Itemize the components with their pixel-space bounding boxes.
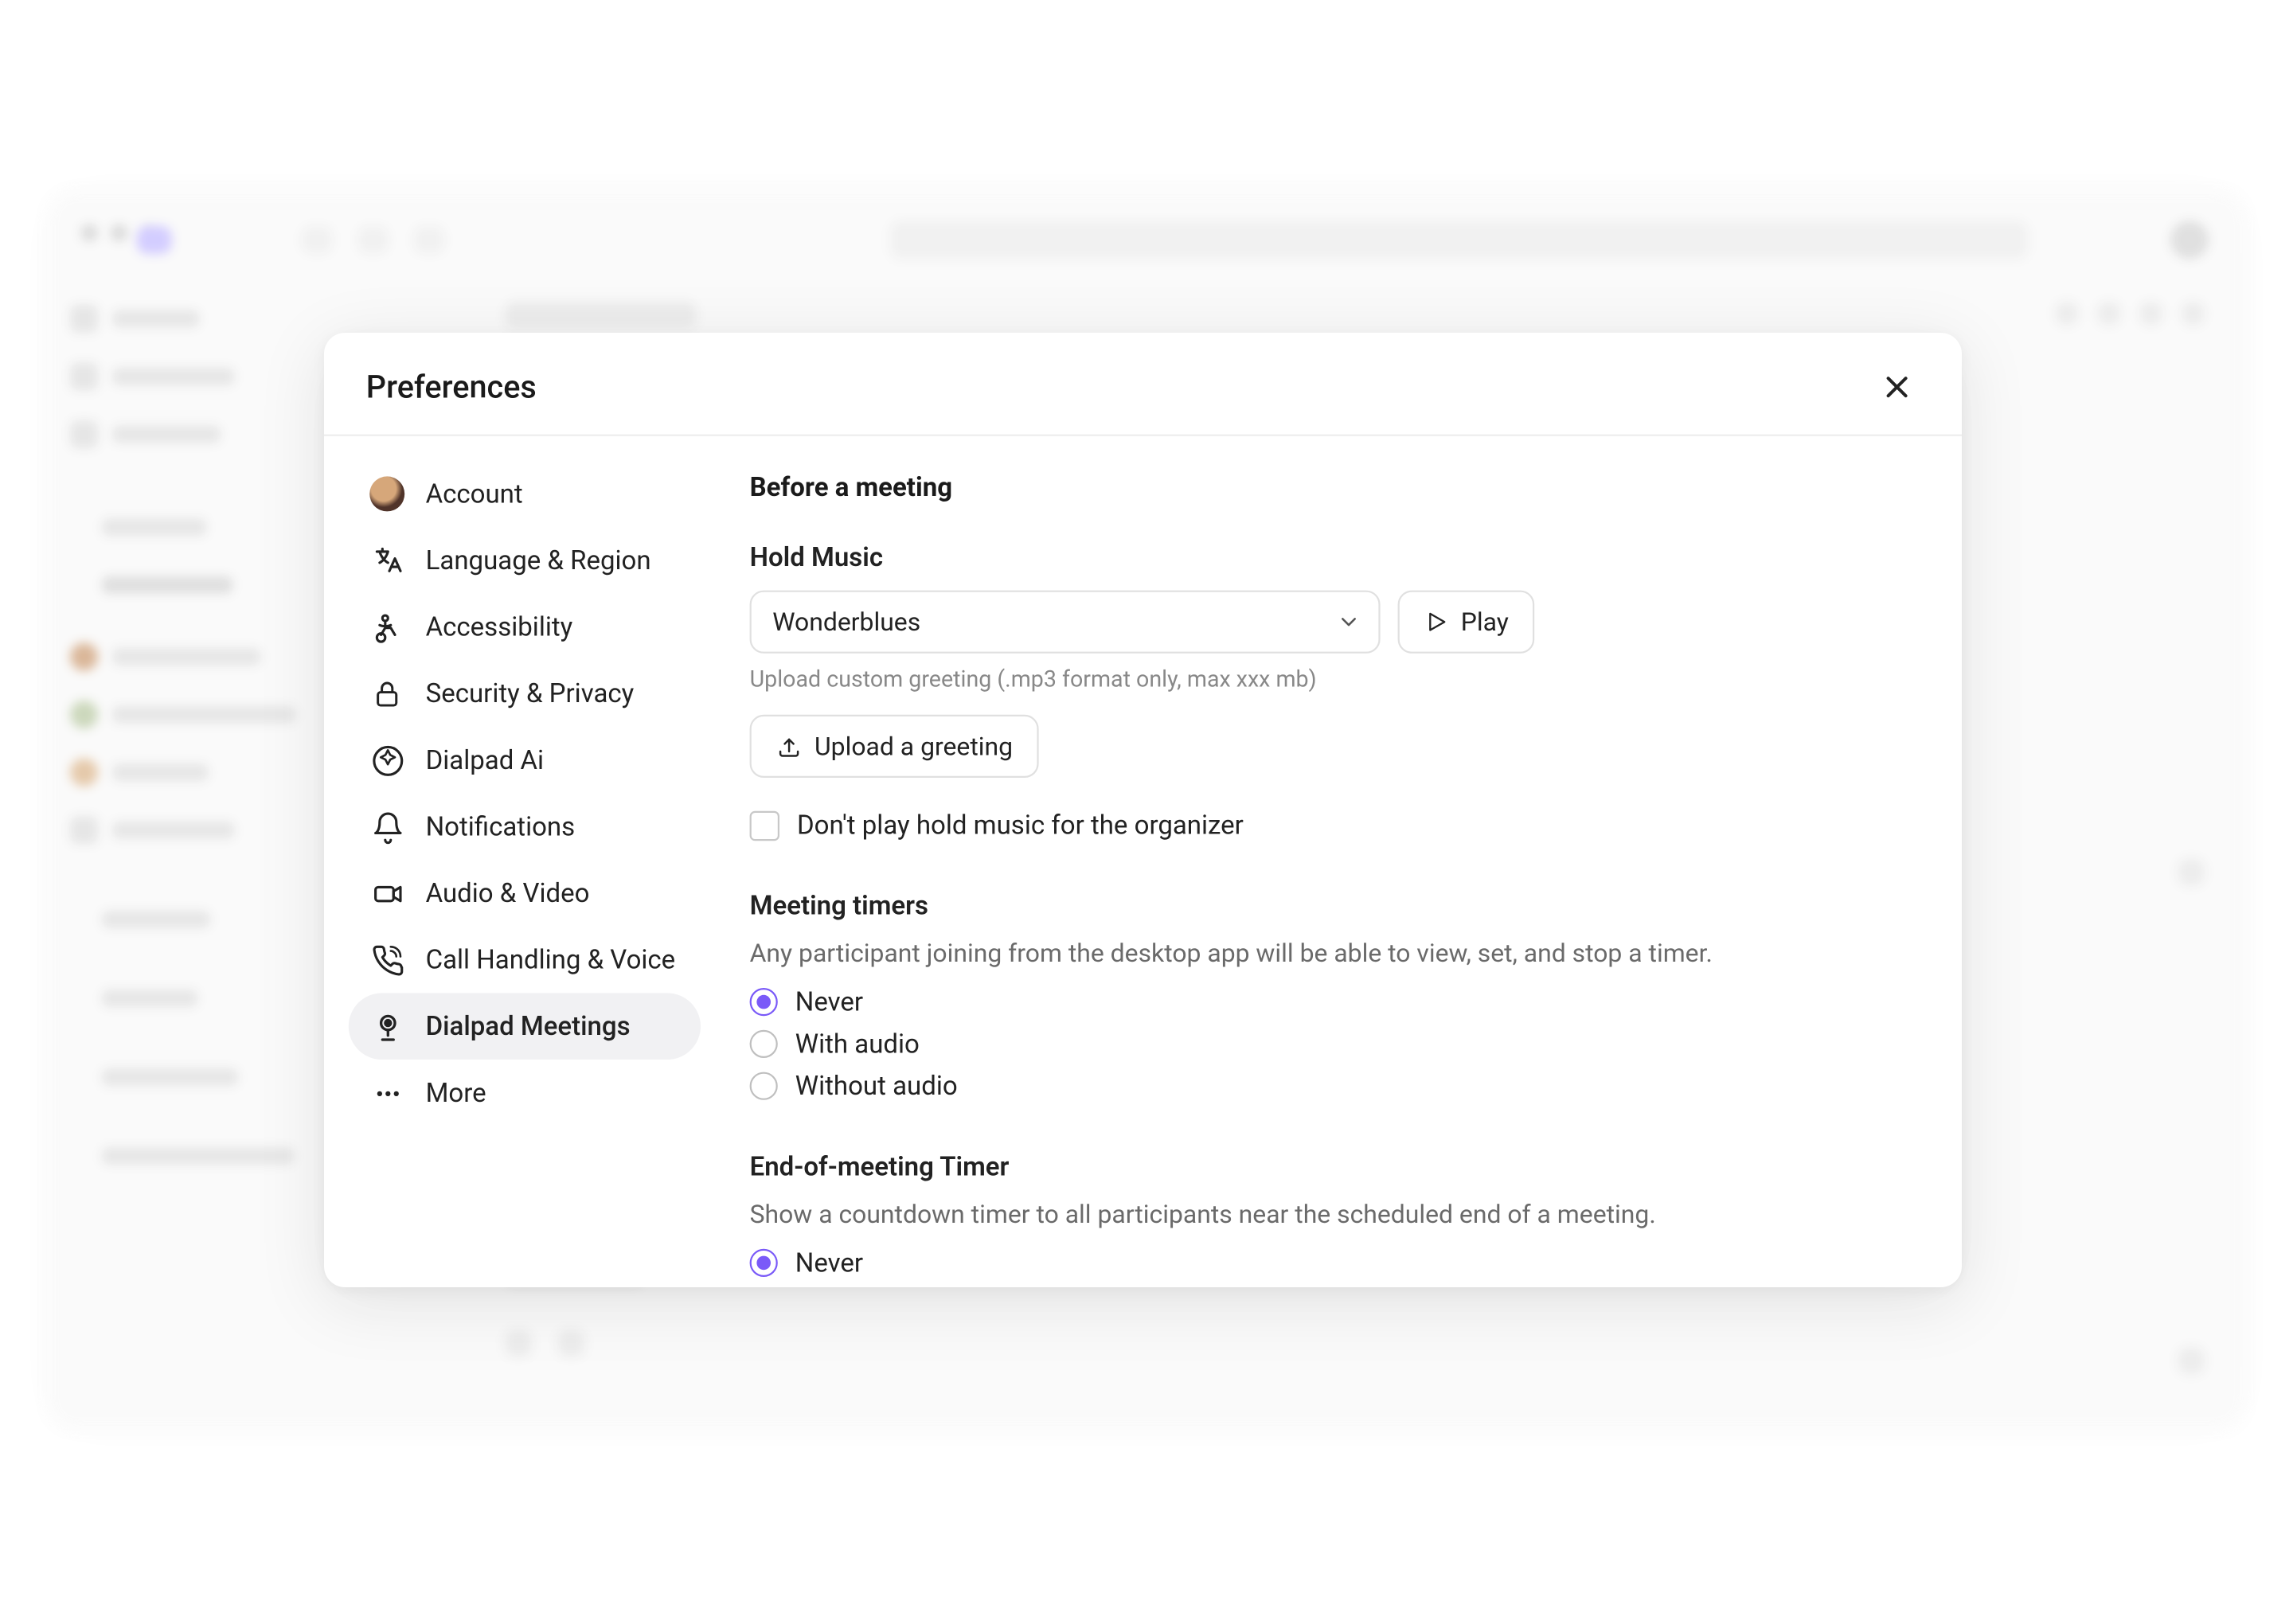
radio-label: With audio [795, 1028, 920, 1060]
sidebar-item-label: Security & Privacy [426, 677, 635, 709]
end-timer-desc: Show a countdown timer to all participan… [750, 1200, 1913, 1229]
camera-icon [369, 876, 404, 911]
upload-icon [776, 733, 803, 759]
end-of-meeting-timer-section: End-of-meeting Timer Show a countdown ti… [750, 1150, 1913, 1287]
more-icon [369, 1076, 404, 1111]
meetings-icon [369, 1009, 404, 1044]
radio-label: Never [795, 986, 863, 1018]
preferences-content: Before a meeting Hold Music Wonderblues … [701, 436, 1962, 1287]
hold-music-selected-value: Wonderblues [772, 607, 920, 636]
upload-hint: Upload custom greeting (.mp3 format only… [750, 667, 1913, 693]
sidebar-item-audio-video[interactable]: Audio & Video [349, 860, 701, 927]
sidebar-item-language-region[interactable]: Language & Region [349, 527, 701, 594]
sidebar-item-accessibility[interactable]: Accessibility [349, 594, 701, 661]
ai-icon [369, 743, 404, 778]
sidebar-item-label: Dialpad Ai [426, 744, 545, 776]
avatar-icon [369, 476, 404, 511]
dont-play-organizer-label: Don't play hold music for the organizer [797, 809, 1244, 841]
preferences-sidebar: Account Language & Region Accessibility [324, 436, 701, 1287]
sidebar-item-label: Call Handling & Voice [426, 944, 676, 976]
end-timer-label: End-of-meeting Timer [750, 1150, 1913, 1182]
close-button[interactable] [1874, 365, 1920, 410]
language-icon [369, 543, 404, 578]
hold-music-section: Hold Music Wonderblues Play Upload custo… [750, 541, 1913, 841]
modal-title: Preferences [366, 369, 537, 405]
sidebar-item-label: Notifications [426, 811, 576, 843]
phone-icon [369, 943, 404, 978]
sidebar-item-notifications[interactable]: Notifications [349, 794, 701, 861]
meeting-timers-section: Meeting timers Any participant joining f… [750, 890, 1913, 1102]
meeting-timers-radio-without-audio[interactable] [750, 1072, 778, 1099]
radio-label: Without audio [795, 1070, 958, 1102]
upload-greeting-button[interactable]: Upload a greeting [750, 715, 1039, 778]
hold-music-label: Hold Music [750, 541, 1913, 573]
sidebar-item-security-privacy[interactable]: Security & Privacy [349, 660, 701, 727]
sidebar-item-more[interactable]: More [349, 1060, 701, 1126]
radio-label: Never [795, 1247, 863, 1279]
meeting-timers-label: Meeting timers [750, 890, 1913, 922]
play-button[interactable]: Play [1398, 590, 1535, 653]
sidebar-item-dialpad-meetings[interactable]: Dialpad Meetings [349, 993, 701, 1060]
end-timer-radio-never[interactable] [750, 1249, 778, 1277]
sidebar-item-label: Account [426, 478, 523, 510]
sidebar-item-label: Audio & Video [426, 877, 590, 909]
meeting-timers-radio-never[interactable] [750, 988, 778, 1016]
section-title: Before a meeting [750, 471, 1913, 503]
sidebar-item-label: Accessibility [426, 611, 573, 643]
preferences-modal: Preferences Account Language & Region [324, 333, 1962, 1287]
chevron-down-icon [1337, 610, 1361, 634]
sidebar-item-label: More [426, 1077, 486, 1109]
sidebar-item-dialpad-ai[interactable]: Dialpad Ai [349, 727, 701, 794]
hold-music-select[interactable]: Wonderblues [750, 590, 1381, 653]
meeting-timers-desc: Any participant joining from the desktop… [750, 939, 1913, 968]
play-button-label: Play [1461, 607, 1509, 636]
sidebar-item-label: Language & Region [426, 545, 651, 576]
sidebar-item-call-handling-voice[interactable]: Call Handling & Voice [349, 927, 701, 994]
accessibility-icon [369, 610, 404, 645]
meeting-timers-radio-with-audio[interactable] [750, 1030, 778, 1058]
close-icon [1883, 373, 1911, 401]
sidebar-item-account[interactable]: Account [349, 461, 701, 528]
lock-icon [369, 676, 404, 711]
upload-button-label: Upload a greeting [814, 732, 1013, 761]
play-icon [1424, 610, 1449, 634]
modal-header: Preferences [324, 333, 1962, 436]
dont-play-organizer-checkbox[interactable] [750, 810, 779, 840]
bell-icon [369, 809, 404, 844]
sidebar-item-label: Dialpad Meetings [426, 1010, 631, 1042]
